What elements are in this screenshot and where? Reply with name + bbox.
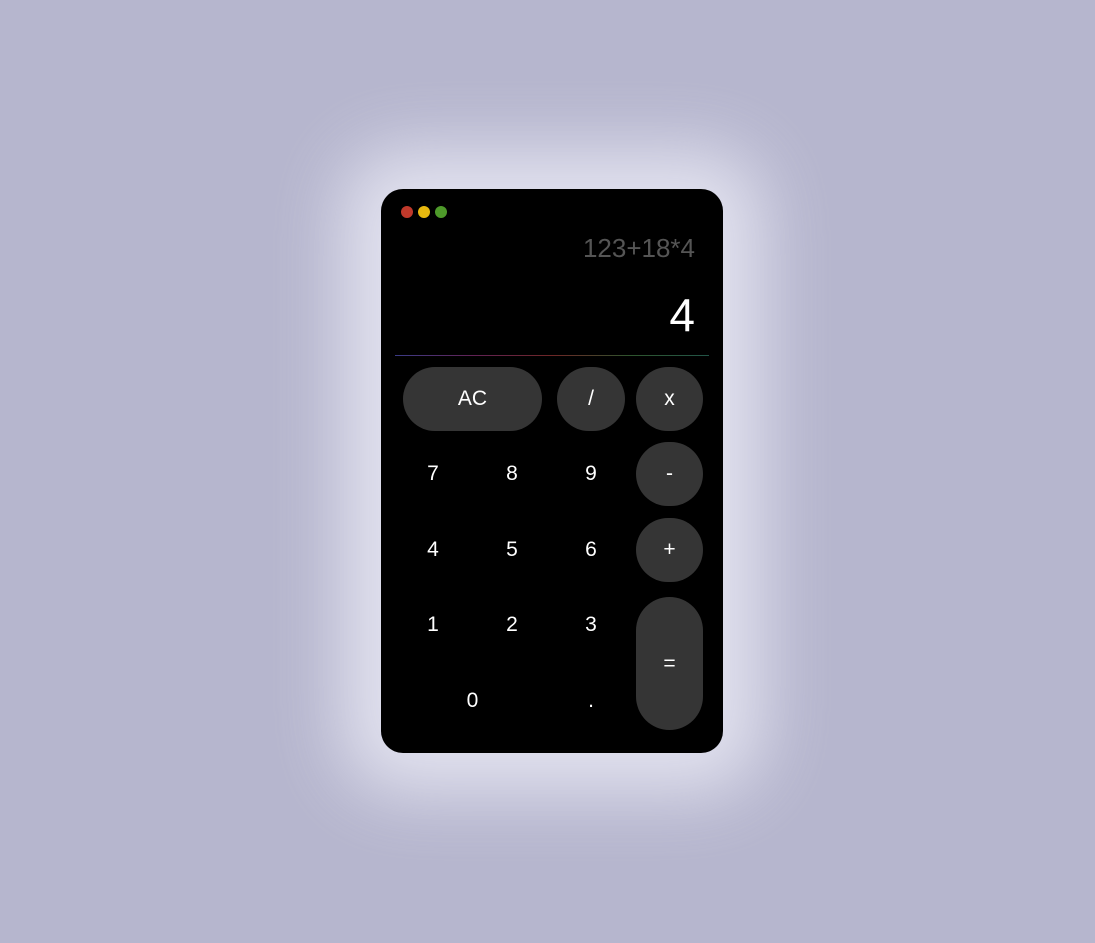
- digit-3-button[interactable]: 3: [557, 593, 625, 657]
- clear-button[interactable]: AC: [403, 367, 542, 431]
- plus-button[interactable]: +: [636, 518, 703, 582]
- digit-9-button[interactable]: 9: [557, 442, 625, 506]
- equals-button[interactable]: =: [636, 597, 703, 730]
- close-window-button[interactable]: [401, 206, 413, 218]
- multiply-button[interactable]: x: [636, 367, 703, 431]
- digit-0-button[interactable]: 0: [403, 669, 542, 733]
- minus-button[interactable]: -: [636, 442, 703, 506]
- window-controls: [401, 206, 447, 218]
- digit-7-button[interactable]: 7: [399, 442, 467, 506]
- digit-1-button[interactable]: 1: [399, 593, 467, 657]
- maximize-window-button[interactable]: [435, 206, 447, 218]
- digit-8-button[interactable]: 8: [478, 442, 546, 506]
- minimize-window-button[interactable]: [418, 206, 430, 218]
- digit-4-button[interactable]: 4: [399, 518, 467, 582]
- digit-2-button[interactable]: 2: [478, 593, 546, 657]
- expression-display: 123+18*4: [582, 233, 695, 263]
- decimal-button[interactable]: .: [557, 669, 625, 733]
- digit-5-button[interactable]: 5: [478, 518, 546, 582]
- calculator-window: 123+18*4 4 AC / x 7 8 9 - 4 5 6 + 1 2 3 …: [381, 189, 723, 753]
- divide-button[interactable]: /: [557, 367, 625, 431]
- digit-6-button[interactable]: 6: [557, 518, 625, 582]
- result-display: 4: [669, 289, 695, 341]
- display-divider: [395, 355, 709, 356]
